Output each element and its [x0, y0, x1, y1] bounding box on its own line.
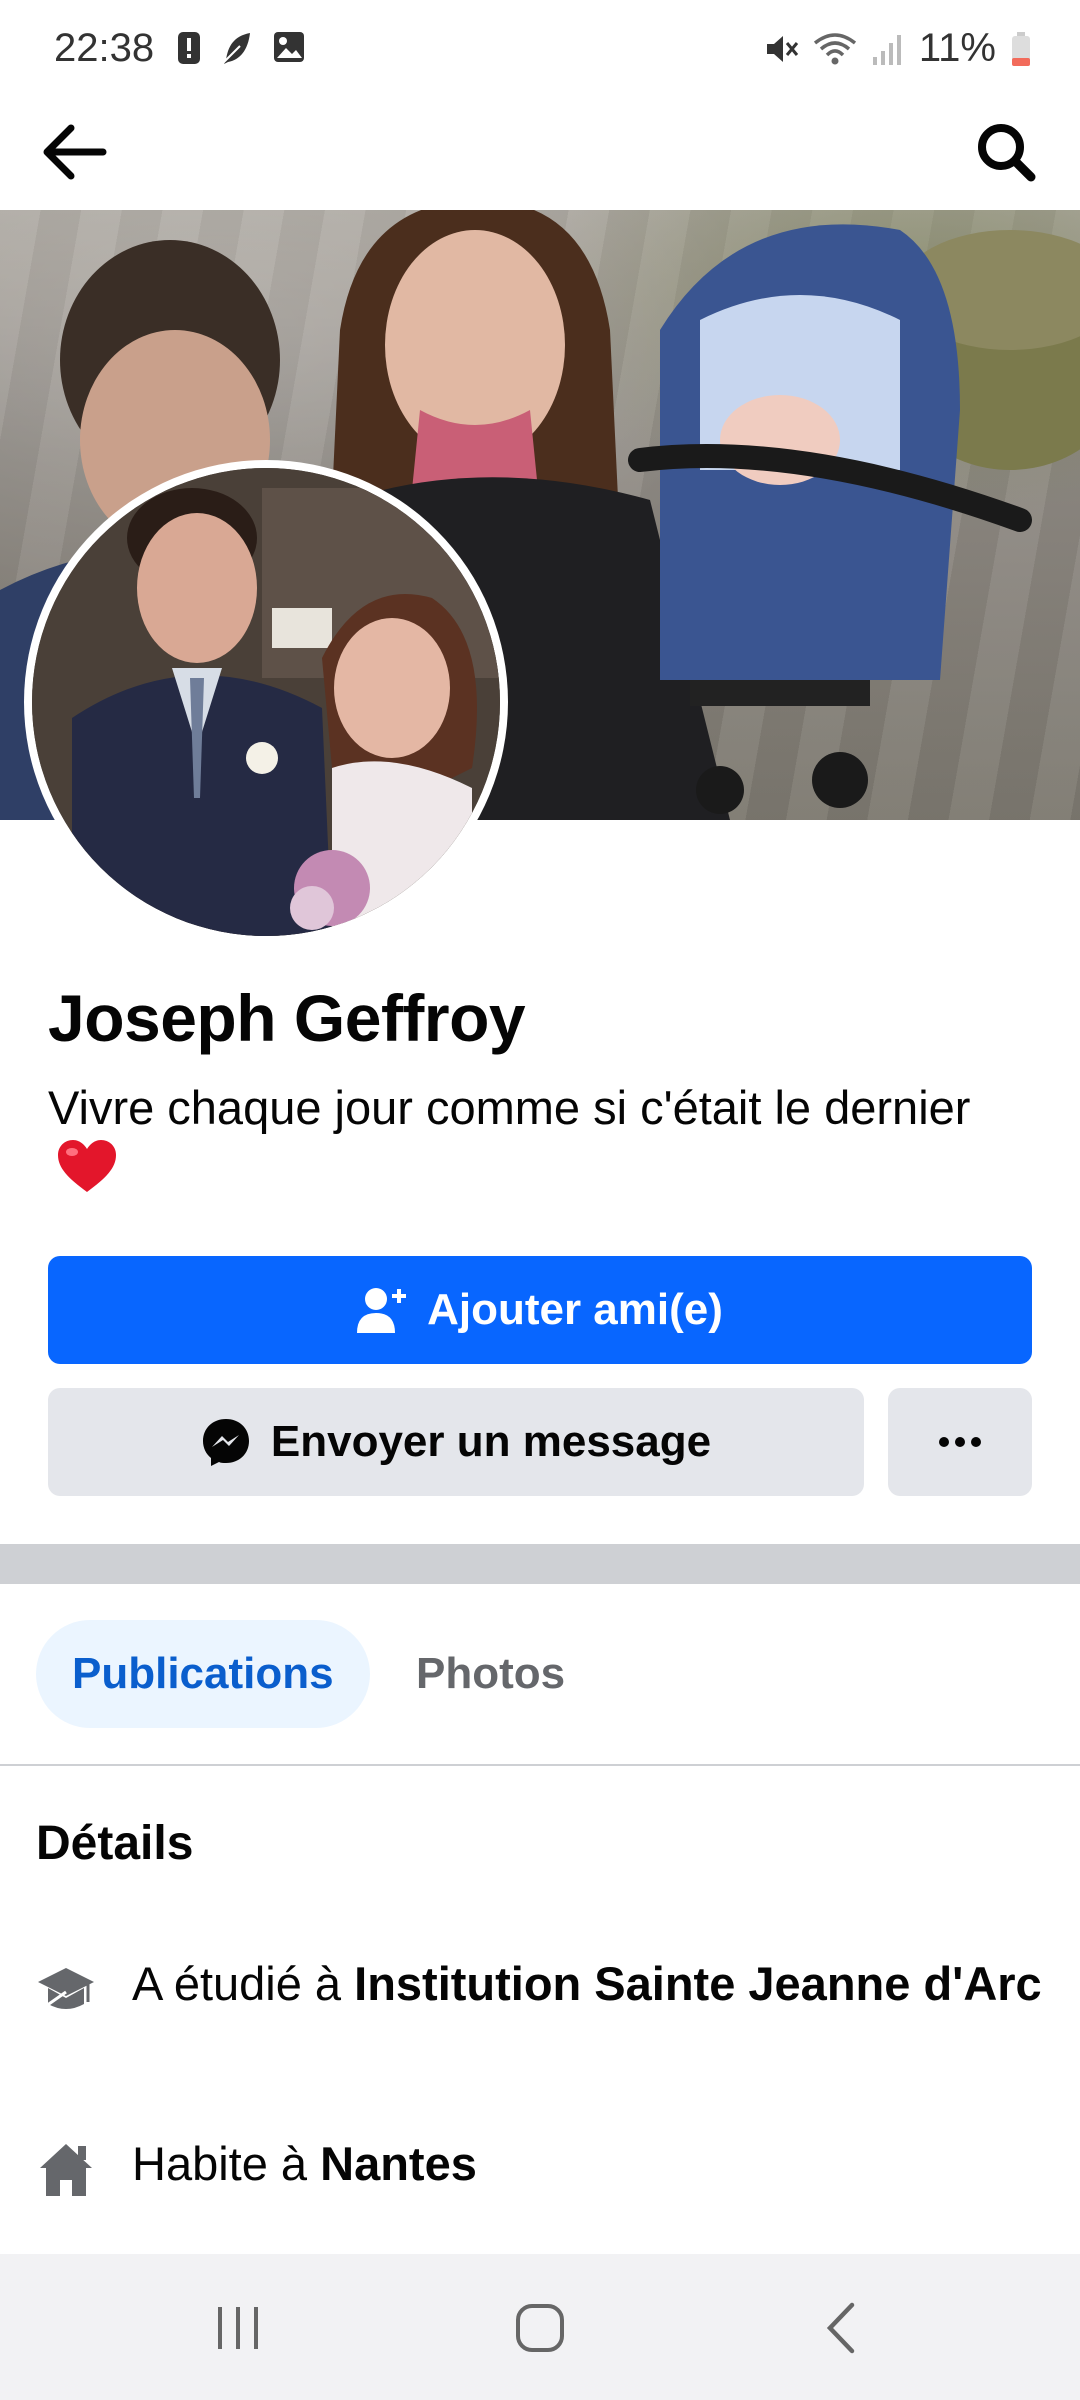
system-navigation-bar	[0, 2254, 1080, 2400]
graduation-cap-icon	[36, 1960, 96, 2020]
detail-row-residence: Habite à Nantes	[36, 2134, 1046, 2200]
tab-photos[interactable]: Photos	[380, 1620, 601, 1728]
home-icon	[36, 2140, 96, 2200]
heart-icon	[58, 1140, 116, 1192]
system-back-button[interactable]	[792, 2290, 892, 2366]
status-bar: 22:38 11%	[0, 0, 1080, 96]
home-button[interactable]	[490, 2290, 590, 2366]
top-navigation	[0, 96, 1080, 210]
profile-picture-image	[32, 468, 500, 936]
tab-publications[interactable]: Publications	[36, 1620, 370, 1728]
search-button[interactable]	[968, 114, 1044, 190]
recent-apps-icon	[218, 2307, 258, 2349]
status-right: 11%	[763, 26, 1032, 71]
add-friend-button[interactable]: Ajouter ami(e)	[48, 1256, 1032, 1364]
messenger-icon	[202, 1419, 249, 1466]
details-title: Détails	[36, 1817, 194, 1870]
image-icon	[274, 32, 304, 62]
recent-apps-button[interactable]	[188, 2290, 288, 2366]
send-message-label: Envoyer un message	[270, 1417, 712, 1466]
home-circle-icon	[516, 2304, 564, 2352]
detail-education-prefix: A étudié à	[132, 1957, 355, 2010]
heart-emoji	[56, 1138, 118, 1208]
mute-icon	[766, 35, 799, 62]
detail-education-value[interactable]: Institution Sainte Jeanne d'Arc	[354, 1957, 1042, 2010]
section-separator	[0, 1544, 1080, 1584]
tabs-divider	[0, 1764, 1080, 1766]
detail-residence-value[interactable]: Nantes	[320, 2137, 477, 2190]
signal-icon	[872, 34, 901, 65]
back-arrow-icon	[43, 124, 107, 180]
more-dots-icon	[939, 1437, 981, 1447]
add-friend-label: Ajouter ami(e)	[427, 1285, 723, 1334]
search-icon	[978, 124, 1036, 182]
detail-residence-text: Habite à Nantes	[132, 2134, 477, 2194]
detail-row-education: A étudié à Institution Sainte Jeanne d'A…	[36, 1954, 1046, 2020]
profile-name: Joseph Geffroy	[48, 981, 526, 1055]
back-button[interactable]	[36, 114, 112, 190]
more-options-button[interactable]	[888, 1388, 1032, 1496]
detail-education-text: A étudié à Institution Sainte Jeanne d'A…	[132, 1954, 1042, 2014]
battery-percent: 11%	[918, 26, 996, 70]
chevron-left-icon	[826, 2302, 855, 2354]
battery-icon	[1012, 31, 1030, 66]
status-time: 22:38	[54, 26, 155, 70]
wifi-icon	[813, 32, 856, 64]
alert-icon	[178, 32, 200, 64]
feather-icon	[221, 33, 250, 65]
profile-bio-text: Vivre chaque jour comme si c'était le de…	[48, 1081, 971, 1134]
profile-bio: Vivre chaque jour comme si c'était le de…	[48, 1078, 1008, 1208]
add-friend-icon	[357, 1288, 407, 1333]
status-notification-icons	[176, 30, 306, 66]
detail-residence-prefix: Habite à	[132, 2137, 321, 2190]
profile-picture[interactable]	[24, 460, 508, 944]
send-message-button[interactable]: Envoyer un message	[48, 1388, 864, 1496]
